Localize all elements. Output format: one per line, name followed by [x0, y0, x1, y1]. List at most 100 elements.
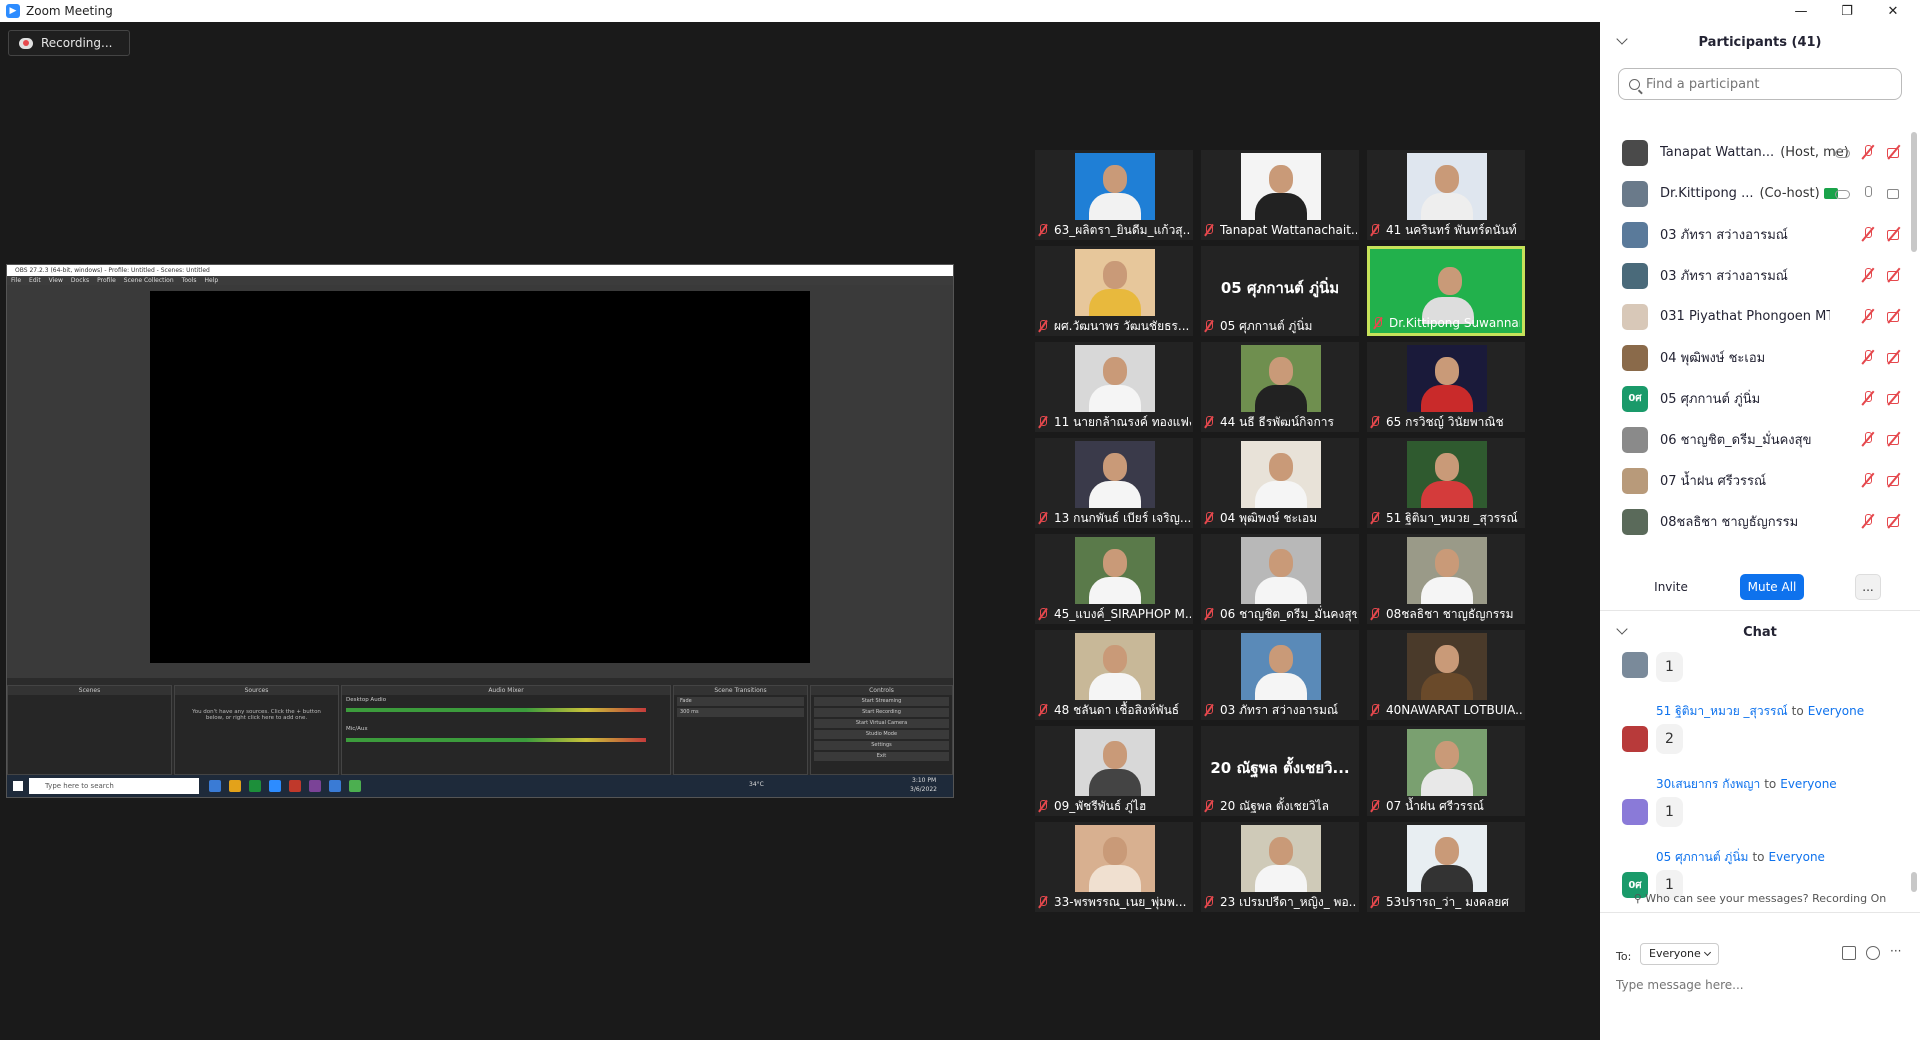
- chat-message-input[interactable]: [1616, 978, 1904, 992]
- participant-row[interactable]: 07 น้ำฝน ศรีวรรณ์: [1600, 460, 1910, 501]
- mic-muted-icon[interactable]: [1860, 390, 1876, 406]
- participant-row[interactable]: 06 ชาญชิต_ดรีม_มั่นคงสุข: [1600, 419, 1910, 460]
- participant-name: 06 ชาญชิต_ดรีม_มั่นคงสุข: [1660, 433, 1812, 448]
- avatar: [1622, 262, 1648, 289]
- close-button[interactable]: ✕: [1870, 0, 1916, 22]
- shared-screen[interactable]: OBS 27.2.3 (64-bit, windows) - Profile: …: [6, 264, 954, 798]
- mic-muted-icon: [1203, 224, 1215, 236]
- mic-muted-icon: [1203, 896, 1215, 908]
- video-tile[interactable]: 23 เปรมปรีดา_หญิง_ พอ...: [1201, 822, 1359, 912]
- participant-scrollbar[interactable]: [1911, 132, 1917, 252]
- tile-caption: 13 กนกพันธ์ เบียร์ เจริญ...: [1037, 510, 1191, 526]
- chat-scrollbar[interactable]: [1911, 872, 1917, 892]
- tile-caption: 08ชลธิชา ชาญธัญกรรม: [1369, 606, 1523, 622]
- tile-display-name: 05 ศุภกานต์ ภู่นิ่ม: [1220, 279, 1340, 297]
- mic-muted-icon[interactable]: [1860, 226, 1876, 242]
- mic-muted-icon[interactable]: [1860, 513, 1876, 529]
- video-tile[interactable]: 65 กรวิชญ์ วินัยพาณิช: [1367, 342, 1525, 432]
- video-tile[interactable]: 45_แบงค์_SIRAPHOP M...: [1035, 534, 1193, 624]
- mic-muted-icon[interactable]: [1860, 308, 1876, 324]
- obs-duration: 300 ms: [677, 708, 804, 717]
- video-tile[interactable]: 44 นธี ธีรพัฒน์กิจการ: [1201, 342, 1359, 432]
- video-tile[interactable]: 33-พรพรรณ_เนย_พุ่มพ...: [1035, 822, 1193, 912]
- person-head: [1103, 837, 1127, 865]
- restore-button[interactable]: ❐: [1824, 0, 1870, 22]
- taskbar-app-icons: [209, 780, 361, 792]
- participant-row[interactable]: 04 พุฒิพงษ์ ชะเอม: [1600, 337, 1910, 378]
- video-tile[interactable]: Tanapat Wattanachait...: [1201, 150, 1359, 240]
- video-tile[interactable]: 41 นครินทร์ พันทร์ดนันท์: [1367, 150, 1525, 240]
- person-body: [1089, 769, 1141, 796]
- video-tile[interactable]: 04 พุฒิพงษ์ ชะเอม: [1201, 438, 1359, 528]
- recipient-select[interactable]: Everyone: [1640, 943, 1719, 965]
- mic-muted-icon[interactable]: [1860, 144, 1876, 160]
- obs-window-title: OBS 27.2.3 (64-bit, windows) - Profile: …: [7, 265, 953, 276]
- person-head: [1269, 645, 1293, 673]
- mic-muted-icon[interactable]: [1860, 349, 1876, 365]
- participant-row[interactable]: 0ศ 05 ศุภกานต์ ภู่นิ่ม: [1600, 378, 1910, 419]
- who-can-see-messages[interactable]: ⚲ Who can see your messages? Recording O…: [1600, 892, 1920, 905]
- person-head: [1435, 837, 1459, 865]
- participant-status-icons: [1860, 349, 1902, 365]
- more-options-button[interactable]: ...: [1855, 574, 1881, 600]
- video-tile[interactable]: ผศ.วัฒนาพร วัฒนชัยธร...: [1035, 246, 1193, 336]
- obs-control-button: Start Streaming: [814, 697, 949, 706]
- video-tile[interactable]: 48 ชลันดา เชื้อสิงห์พันธ์: [1035, 630, 1193, 720]
- video-tile[interactable]: 08ชลธิชา ชาญธัญกรรม: [1367, 534, 1525, 624]
- participant-status-icons: [1860, 472, 1902, 488]
- tile-name: 06 ชาญชิต_ดรีม_มั่นคงสุข: [1220, 606, 1357, 621]
- mic-muted-icon: [1037, 320, 1049, 332]
- participant-row[interactable]: 08ชลธิชา ชาญธัญกรรม: [1600, 501, 1910, 542]
- minimize-button[interactable]: —: [1778, 0, 1824, 22]
- collapse-chevron-icon[interactable]: [1616, 623, 1628, 635]
- mic-muted-icon[interactable]: [1860, 267, 1876, 283]
- chat-messages[interactable]: 1 51 ฐิติมา_หมวย _สุวรรณ์ to Everyone 2 30เสน…: [1600, 652, 1910, 902]
- chat-sender[interactable]: 05 ศุภกานต์ ภู่นิ่ม to Everyone: [1656, 848, 1825, 867]
- participant-search[interactable]: [1618, 68, 1902, 100]
- video-tile[interactable]: 51 ฐิติมา_หมวย _สุวรรณ์: [1367, 438, 1525, 528]
- obs-menu-item: File: [11, 277, 22, 284]
- file-icon[interactable]: [1842, 946, 1856, 960]
- mic-muted-icon[interactable]: [1860, 472, 1876, 488]
- participant-list[interactable]: Tanapat Wattan... (Host, me) Dr.Kittipong …: [1600, 132, 1910, 560]
- video-off-icon: [1886, 472, 1902, 488]
- participant-row[interactable]: 03 ภัทรา สว่างอารมณ์: [1600, 255, 1910, 296]
- tile-caption: 51 ฐิติมา_หมวย _สุวรรณ์: [1369, 510, 1523, 526]
- video-tile[interactable]: 63_ผลิตรา_ยินดีม_แก้วสุ...: [1035, 150, 1193, 240]
- mic-muted-icon[interactable]: [1860, 431, 1876, 447]
- cloud-record-icon: [19, 37, 33, 49]
- video-tile[interactable]: Dr.Kittipong Suwannaraj ...: [1367, 246, 1525, 336]
- video-tile[interactable]: 20 ณัฐพล ตั้งเชยวิ... 20 ณัฐพล ตั้งเชยวิไ…: [1201, 726, 1359, 816]
- recording-indicator[interactable]: Recording...: [8, 30, 130, 56]
- emoji-icon[interactable]: [1866, 946, 1880, 960]
- meeting-area: Recording... OBS 27.2.3 (64-bit, windows…: [0, 22, 1600, 1040]
- participant-row[interactable]: Dr.Kittipong ... (Co-host): [1600, 173, 1910, 214]
- mic-muted-icon: [1203, 704, 1215, 716]
- video-tile[interactable]: 03 ภัทรา สว่างอารมณ์: [1201, 630, 1359, 720]
- chat-sender[interactable]: 30เสนยากร กังพญา to Everyone: [1656, 775, 1837, 794]
- more-icon[interactable]: ···: [1890, 945, 1904, 960]
- video-tile[interactable]: 53ปรารถ_ว่า_ มงคลยศ: [1367, 822, 1525, 912]
- mic-icon[interactable]: [1860, 185, 1876, 201]
- participant-row[interactable]: Tanapat Wattan... (Host, me): [1600, 132, 1910, 173]
- video-tile[interactable]: 07 น้ำฝน ศรีวรรณ์: [1367, 726, 1525, 816]
- video-tile[interactable]: 13 กนกพันธ์ เบียร์ เจริญ...: [1035, 438, 1193, 528]
- tile-name: 13 กนกพันธ์ เบียร์ เจริญ...: [1054, 510, 1191, 525]
- video-tile[interactable]: 05 ศุภกานต์ ภู่นิ่ม 05 ศุภกานต์ ภู่นิ่ม: [1201, 246, 1359, 336]
- collapse-chevron-icon[interactable]: [1616, 33, 1628, 45]
- participant-video: [1407, 537, 1487, 604]
- video-tile[interactable]: 11 นายกล้าณรงค์ ทองแฟง: [1035, 342, 1193, 432]
- obs-control-button: Start Virtual Camera: [814, 719, 949, 728]
- participant-search-input[interactable]: [1646, 76, 1886, 92]
- video-tile[interactable]: 09_พัชรีพันธ์ ภู่ไฮ: [1035, 726, 1193, 816]
- mute-all-button[interactable]: Mute All: [1740, 574, 1804, 600]
- participant-row[interactable]: 03 ภัทรา สว่างอารมณ์: [1600, 214, 1910, 255]
- video-tile[interactable]: 06 ชาญชิต_ดรีม_มั่นคงสุข: [1201, 534, 1359, 624]
- participant-row[interactable]: 031 Piyathat Phongoen MTA: [1600, 296, 1910, 337]
- video-tile[interactable]: 40NAWARAT LOTBUIA...: [1367, 630, 1525, 720]
- video-off-icon: [1886, 431, 1902, 447]
- chat-sender[interactable]: 51 ฐิติมา_หมวย _สุวรรณ์ to Everyone: [1656, 702, 1864, 721]
- person-body: [1089, 865, 1141, 892]
- compose-tools: ···: [1842, 945, 1904, 960]
- invite-button[interactable]: Invite: [1646, 574, 1696, 600]
